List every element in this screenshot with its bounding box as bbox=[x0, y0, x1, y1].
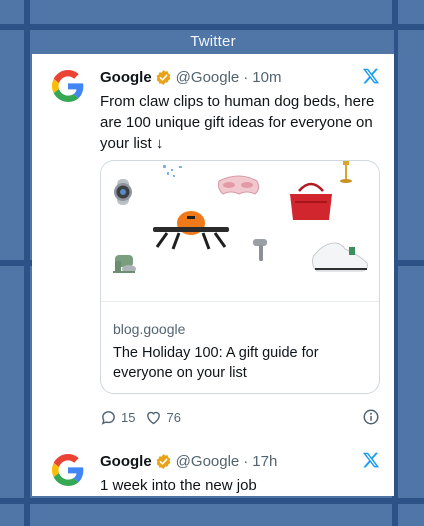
tweet-header: Google @Google · 10m bbox=[100, 67, 380, 87]
google-avatar-icon[interactable] bbox=[52, 454, 84, 486]
author-handle[interactable]: @Google bbox=[176, 69, 240, 86]
tweet-actions: 15 76 bbox=[100, 407, 380, 427]
verified-badge-icon bbox=[156, 453, 171, 469]
tweet-text: From claw clips to human dog beds, here … bbox=[100, 93, 375, 152]
author-handle[interactable]: @Google bbox=[176, 453, 240, 470]
card-domain[interactable]: blog.google bbox=[113, 321, 185, 337]
reply-count: 15 bbox=[121, 409, 136, 425]
meta-separator: · bbox=[243, 68, 249, 86]
like-button[interactable]: 76 bbox=[145, 409, 181, 426]
tweet-text: 1 week into the new job bbox=[100, 477, 257, 494]
tweet-timestamp[interactable]: 17h bbox=[252, 453, 277, 470]
background-grid-line bbox=[0, 498, 424, 504]
x-logo-icon[interactable] bbox=[362, 67, 380, 85]
tweet[interactable]: Google @Google · 10m From claw clips to … bbox=[32, 54, 394, 434]
tweet[interactable]: Google @Google · 17h 1 week into the new… bbox=[32, 434, 394, 496]
author-name[interactable]: Google bbox=[100, 453, 152, 470]
like-count: 76 bbox=[166, 409, 181, 425]
author-name[interactable]: Google bbox=[100, 69, 152, 86]
reply-button[interactable]: 15 bbox=[100, 409, 135, 426]
tweet-timestamp[interactable]: 10m bbox=[252, 69, 281, 86]
link-card[interactable]: blog.google The Holiday 100: A gift guid… bbox=[100, 160, 380, 394]
card-image[interactable] bbox=[101, 161, 379, 301]
widget-title: Twitter bbox=[32, 30, 394, 54]
reply-icon bbox=[101, 410, 115, 425]
meta-separator: · bbox=[243, 452, 249, 470]
tweet-header: Google @Google · 17h bbox=[100, 451, 380, 471]
twitter-widget: Twitter Google @Google · 10m From claw c… bbox=[32, 30, 394, 496]
x-logo-icon[interactable] bbox=[362, 451, 380, 469]
card-divider bbox=[101, 301, 379, 302]
info-icon[interactable] bbox=[362, 408, 380, 426]
verified-badge-icon bbox=[156, 69, 171, 85]
heart-icon bbox=[147, 411, 161, 424]
card-title[interactable]: The Holiday 100: A gift guide for everyo… bbox=[113, 343, 367, 383]
google-avatar-icon[interactable] bbox=[52, 70, 84, 102]
